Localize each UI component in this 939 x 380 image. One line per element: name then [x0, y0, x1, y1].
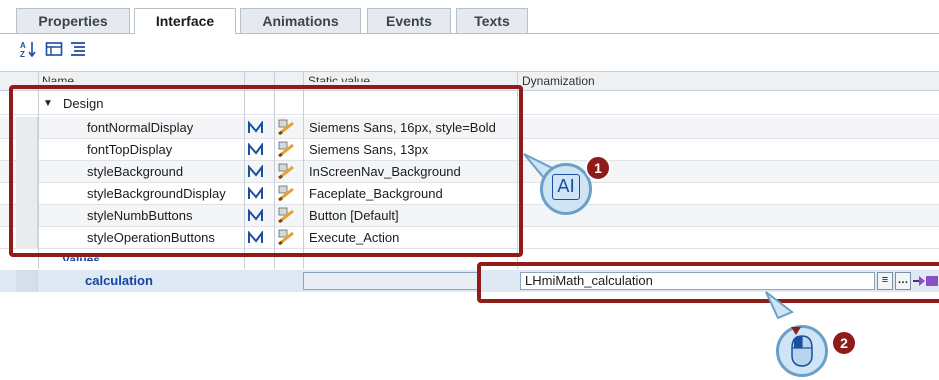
svg-text:Z: Z: [20, 50, 25, 58]
properties-button[interactable]: ≡: [877, 272, 893, 290]
tab-texts[interactable]: Texts: [456, 8, 528, 33]
column-header-static-value[interactable]: Static value: [308, 71, 488, 82]
sort-az-icon[interactable]: A Z: [20, 40, 38, 58]
list-icon[interactable]: [69, 40, 87, 58]
property-name-calculation: calculation: [85, 273, 153, 288]
text-cursor-icon: AI: [552, 174, 580, 200]
svg-text:A: A: [20, 41, 26, 50]
callout-badge-2: 2: [831, 330, 857, 356]
column-header-name[interactable]: Name: [42, 71, 212, 82]
tag-connection-icon[interactable]: [913, 273, 939, 289]
callout-badge-1: 1: [585, 155, 611, 181]
tab-properties[interactable]: Properties: [16, 8, 130, 33]
callout-pointer: [765, 291, 794, 320]
grid-icon[interactable]: [45, 40, 63, 58]
highlight-box-design: [9, 85, 523, 257]
row-header: [16, 270, 38, 292]
tab-interface[interactable]: Interface: [134, 8, 236, 34]
column-header-dynamization[interactable]: Dynamization: [522, 71, 595, 91]
dynamization-field[interactable]: LHmiMath_calculation: [520, 272, 875, 290]
mouse-icon: [791, 335, 813, 367]
static-value-field[interactable]: [303, 272, 479, 290]
tab-events[interactable]: Events: [367, 8, 451, 33]
tab-animations[interactable]: Animations: [240, 8, 361, 33]
click-arrow-icon: [791, 327, 801, 335]
browse-button[interactable]: …: [895, 272, 911, 290]
